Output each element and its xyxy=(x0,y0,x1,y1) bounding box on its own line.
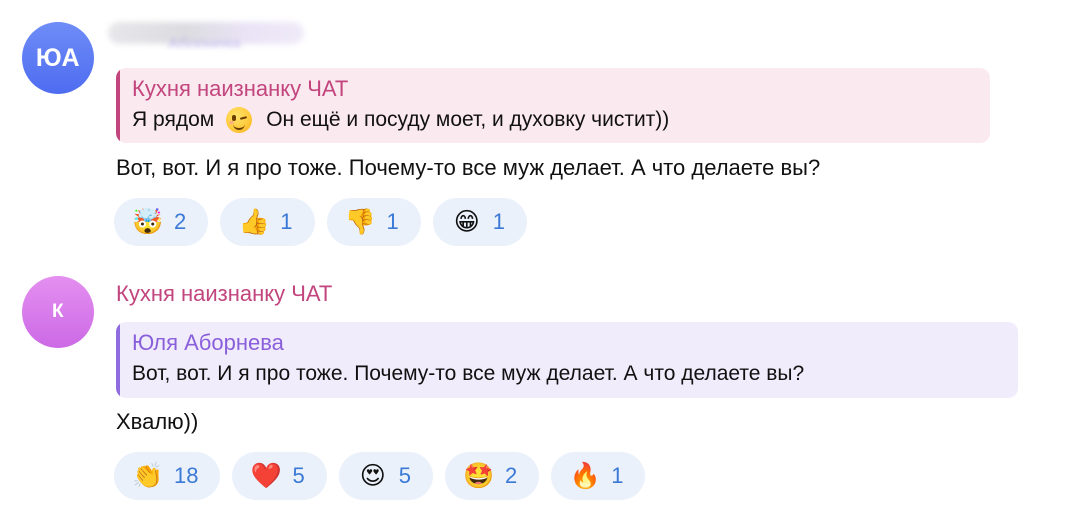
red-heart-icon: ❤️ xyxy=(250,461,283,490)
reaction-count: 1 xyxy=(280,209,293,234)
reaction-grinning-face[interactable]: 😁 1 xyxy=(432,198,527,246)
reaction-count: 2 xyxy=(504,463,518,488)
star-struck-icon: 🤩 xyxy=(463,461,495,490)
reaction-fire[interactable]: 🔥 1 xyxy=(551,452,646,500)
thumbs-down-icon: 👎 xyxy=(344,207,377,236)
quote-text-after: Он ещё и посуду моет, и духовку чистит)) xyxy=(266,108,670,131)
grinning-face-icon: 😁 xyxy=(453,207,480,236)
sender-name[interactable]: Кухня наизнанку ЧАТ xyxy=(116,281,332,307)
fire-icon: 🔥 xyxy=(569,461,601,490)
reply-quote[interactable]: Юля Аборнева Вот, вот. И я про тоже. Поч… xyxy=(116,322,1018,398)
avatar-initials: К xyxy=(51,301,65,322)
reactions-bar: 🤯 2 👍 1 👎 1 😁 1 xyxy=(114,198,527,246)
avatar[interactable]: ЮА xyxy=(22,22,94,94)
reaction-thumbs-down[interactable]: 👎 1 xyxy=(326,198,421,246)
reaction-count: 1 xyxy=(611,463,624,488)
reaction-count: 18 xyxy=(174,463,199,488)
reaction-count: 2 xyxy=(174,209,187,234)
quote-text-before: Я рядом xyxy=(132,108,215,131)
reaction-count: 1 xyxy=(492,209,505,234)
clapping-hands-icon: 👏 xyxy=(132,461,164,490)
reaction-count: 1 xyxy=(386,209,399,234)
reply-quote[interactable]: Кухня наизнанку ЧАТ Я рядом Он ещё и пос… xyxy=(116,68,990,143)
quote-text: Вот, вот. И я про тоже. Почему-то все му… xyxy=(132,362,805,385)
reaction-exploding-head[interactable]: 🤯 2 xyxy=(114,198,209,246)
reaction-red-heart[interactable]: ❤️ 5 xyxy=(232,452,327,500)
thumbs-up-icon: 👍 xyxy=(238,207,270,236)
heart-eyes-icon: 😍 xyxy=(359,461,386,490)
reaction-thumbs-up[interactable]: 👍 1 xyxy=(220,198,315,246)
sender-name: Аборнева xyxy=(168,36,241,48)
quote-text: Я рядом Он ещё и посуду моет, и духовку … xyxy=(132,104,976,136)
message-text: Вот, вот. И я про тоже. Почему-то все му… xyxy=(116,155,821,180)
avatar-initials: ЮА xyxy=(35,43,81,72)
message-text: Хвалю)) xyxy=(116,409,199,434)
exploding-head-icon: 🤯 xyxy=(132,207,164,236)
quote-author: Юля Аборнева xyxy=(132,330,284,355)
reaction-star-struck[interactable]: 🤩 2 xyxy=(444,452,540,500)
quote-author: Кухня наизнанку ЧАТ xyxy=(132,76,349,101)
winking-face-icon xyxy=(226,107,253,133)
reaction-clapping-hands[interactable]: 👏 18 xyxy=(114,452,221,500)
reaction-count: 5 xyxy=(292,463,305,488)
reaction-count: 5 xyxy=(398,463,411,488)
avatar[interactable]: К xyxy=(22,276,94,348)
reactions-bar: 👏 18 ❤️ 5 😍 5 🤩 2 🔥 1 xyxy=(114,452,646,500)
reaction-heart-eyes[interactable]: 😍 5 xyxy=(338,452,433,500)
